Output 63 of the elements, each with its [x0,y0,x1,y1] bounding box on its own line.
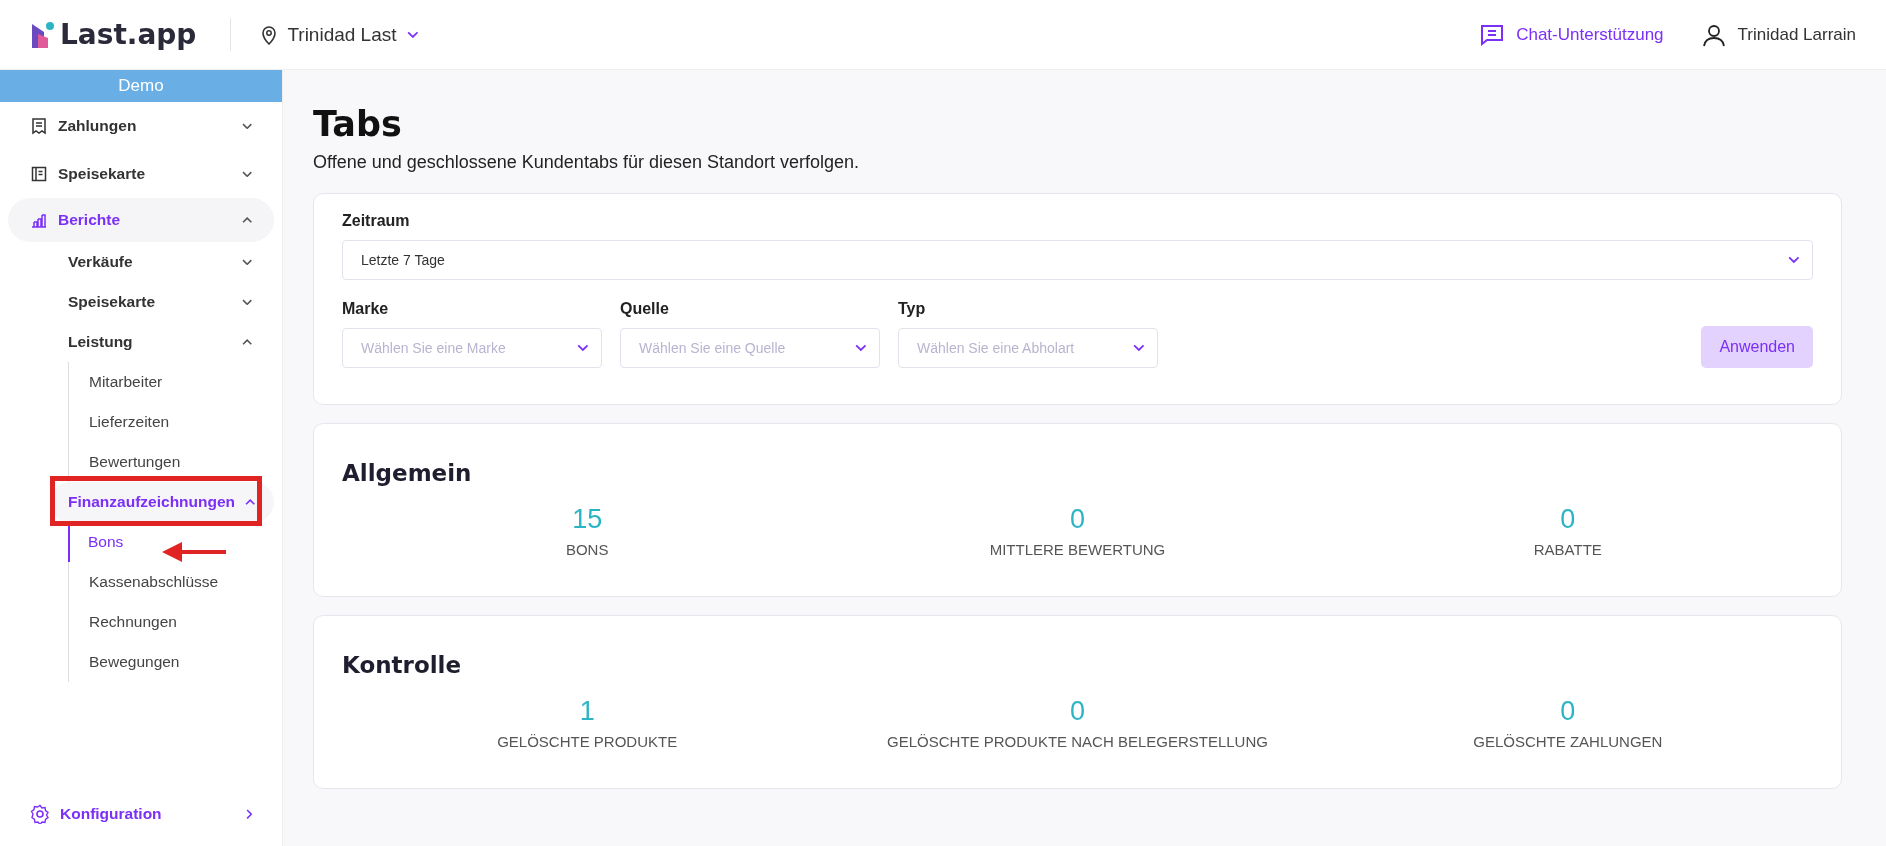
field-label: Quelle [620,300,670,318]
location-selector[interactable]: Trinidad Last [261,23,419,46]
stat-value: 0 [1560,696,1576,727]
bar-chart-icon [30,211,48,229]
arrow-drawing [160,540,228,564]
sidebar-item[interactable]: Berichte [8,198,274,242]
logo-text: Last.app [60,18,197,51]
user-icon [1701,22,1726,47]
chevron-down-icon [241,170,252,178]
sidebar-item[interactable]: Zahlungen [8,102,274,150]
sidebar-group[interactable]: Leistung [50,322,274,362]
location-pin-icon [261,24,278,45]
chevron-down-icon [241,258,252,266]
logo-icon [30,19,56,50]
chevron-down-icon [406,30,419,39]
sidebar-group[interactable]: Verkäufe [50,242,274,282]
section-title: Kontrolle [342,652,463,678]
field-label: Typ [898,300,927,318]
field-label: Marke [342,300,390,318]
user-menu[interactable]: Trinidad Larrain [1701,22,1856,47]
period-select[interactable]: Letzte 7 Tage [342,240,1813,280]
section-title: Allgemein [342,460,473,486]
stat-label: GELÖSCHTE PRODUKTE [497,733,678,750]
sidebar-subitem[interactable]: Rechnungen [69,602,282,642]
chevron-down-icon [241,298,252,306]
receipt-icon [30,117,48,135]
demo-banner: Demo [0,70,282,102]
chevron-down-icon [241,122,252,130]
chevron-right-icon [245,808,252,820]
field-label: Zeitraum [342,212,411,230]
stat-value: 1 [579,696,595,727]
gear-icon [30,804,50,824]
chevron-down-icon [1133,344,1145,352]
chevron-up-icon [245,498,256,506]
sidebar-subitem[interactable]: Bons [68,522,282,562]
chat-support-link[interactable]: Chat-Unterstützung [1480,23,1664,46]
stat-label: RABATTE [1533,541,1602,558]
chevron-down-icon [577,344,589,352]
page-title: Tabs [313,104,403,144]
stat-value: 15 [572,504,603,535]
chevron-up-icon [241,338,252,346]
stat-value: 0 [1560,504,1576,535]
sidebar-subitem[interactable]: Lieferzeiten [69,402,282,442]
book-icon [30,165,48,183]
stat-value: 0 [1069,696,1085,727]
sidebar-subitem[interactable]: Kassenabschlüsse [69,562,282,602]
sidebar-subitem[interactable]: Bewertungen [69,442,282,482]
page-subtitle: Offene und geschlossene Kundentabs für diesen Standort verfolgen. [313,152,861,173]
apply-button[interactable]: Anwenden [1701,326,1813,368]
sidebar-item[interactable]: Speisekarte [8,150,274,198]
sidebar-subitem[interactable]: Mitarbeiter [69,362,282,402]
stat-value: 0 [1069,504,1085,535]
sidebar-group[interactable]: Speisekarte [50,282,274,322]
stat-label: GELÖSCHTE ZAHLUNGEN [1473,733,1663,750]
sidebar-item[interactable]: Konfiguration [8,790,274,838]
chat-icon [1480,23,1505,46]
chevron-up-icon [241,216,252,224]
stat-label: GELÖSCHTE PRODUKTE NACH BELEGERSTELLUNG [887,733,1268,750]
chevron-down-icon [855,344,867,352]
stat-label: BONS [565,541,609,558]
chevron-down-icon [1788,256,1800,264]
sidebar-subitem[interactable]: Bewegungen [69,642,282,682]
stat-label: MITTLERE BEWERTUNG [989,541,1166,558]
